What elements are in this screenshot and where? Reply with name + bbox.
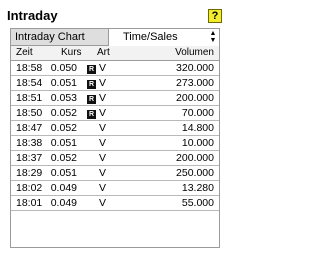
trade-time: 18:29 [16,167,43,179]
tab-time-sales[interactable]: Time/Sales ▲ ▼ [109,29,219,46]
trade-type: V [99,152,107,164]
trade-volume: 273.000 [176,77,214,89]
trade-type: V [99,77,107,89]
column-header-type[interactable]: Art [97,46,110,60]
table-row[interactable]: 18:47 0.052 V 14.800 [11,121,219,136]
trade-volume: 55.000 [181,197,214,209]
trade-flag-icon: R [87,91,97,105]
trade-time: 18:37 [16,152,43,164]
spinner-up-icon[interactable]: ▲ [209,30,217,37]
trade-price: 0.049 [50,197,77,209]
table-row[interactable]: 18:38 0.051 V 10.000 [11,136,219,151]
table-row[interactable]: 18:58 0.050 V 320.000 R [11,61,219,76]
view-spinner[interactable]: ▲ ▼ [209,30,217,44]
trade-volume: 320.000 [176,62,214,74]
trade-flag-icon: R [87,106,97,120]
trade-volume: 250.000 [176,167,214,179]
table-header: Zeit Kurs Art Volumen [11,46,219,61]
trade-price: 0.052 [50,107,77,119]
table-row[interactable]: 18:50 0.052 V 70.000 R [11,106,219,121]
trade-type: V [99,137,107,149]
column-header-price[interactable]: Kurs [61,46,82,60]
trade-volume: 13.280 [181,182,214,194]
trade-type: V [99,182,107,194]
table-row[interactable]: 18:51 0.053 V 200.000 R [11,91,219,106]
trade-type: V [99,62,107,74]
trade-time: 18:54 [16,77,43,89]
trade-time: 18:51 [16,92,43,104]
trade-price: 0.052 [50,122,77,134]
trade-price: 0.051 [50,77,77,89]
trade-flag-icon: R [87,76,97,90]
trades-table-body: 18:58 0.050 V 320.000 R 18:54 0.051 V 273.000 R 18… [11,61,219,211]
tab-intraday-chart[interactable]: Intraday Chart [11,29,109,46]
tab-time-sales-label: Time/Sales [123,31,178,43]
trade-type: V [99,122,107,134]
trade-flag-label: R [87,65,96,74]
trade-time: 18:38 [16,137,43,149]
table-row[interactable]: 18:37 0.052 V 200.000 [11,151,219,166]
trade-price: 0.050 [50,62,77,74]
time-sales-panel: Intraday Chart Time/Sales ▲ ▼ Zeit Kurs … [10,28,220,248]
trade-time: 18:01 [16,197,43,209]
spinner-down-icon[interactable]: ▼ [209,37,217,44]
tab-bar: Intraday Chart Time/Sales ▲ ▼ [11,29,219,46]
table-row[interactable]: 18:02 0.049 V 13.280 [11,181,219,196]
trade-volume: 70.000 [181,107,214,119]
table-row[interactable]: 18:29 0.051 V 250.000 [11,166,219,181]
trade-volume: 14.800 [181,122,214,134]
trade-type: V [99,92,107,104]
trade-time: 18:47 [16,122,43,134]
help-button[interactable]: ? [208,9,222,23]
table-row[interactable]: 18:54 0.051 V 273.000 R [11,76,219,91]
trade-price: 0.053 [50,92,77,104]
widget-title: Intraday [7,8,58,23]
trade-volume: 10.000 [181,137,214,149]
trade-type: V [99,167,107,179]
trade-flag-icon: R [87,61,97,75]
trade-time: 18:58 [16,62,43,74]
trade-volume: 200.000 [176,92,214,104]
trade-volume: 200.000 [176,152,214,164]
trade-price: 0.051 [50,167,77,179]
column-header-volume[interactable]: Volumen [127,46,214,60]
trade-time: 18:02 [16,182,43,194]
trade-price: 0.049 [50,182,77,194]
trade-price: 0.052 [50,152,77,164]
trade-flag-label: R [87,80,96,89]
trade-type: V [99,197,107,209]
table-row[interactable]: 18:01 0.049 V 55.000 [11,196,219,211]
trade-flag-label: R [87,95,96,104]
trade-time: 18:50 [16,107,43,119]
trade-flag-label: R [87,110,96,119]
column-header-time[interactable]: Zeit [16,46,52,60]
trade-type: V [99,107,107,119]
trade-price: 0.051 [50,137,77,149]
